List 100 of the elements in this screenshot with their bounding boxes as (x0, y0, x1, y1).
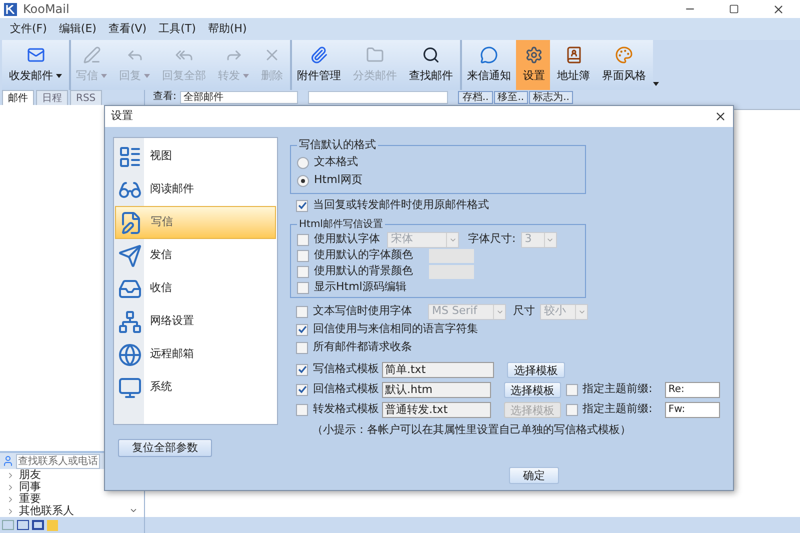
checkbox[interactable] (296, 364, 308, 376)
network-icon (118, 310, 142, 334)
size-label: 字体尺寸: (468, 231, 516, 248)
checkbox[interactable] (297, 282, 309, 294)
prefix-field[interactable]: Re: (665, 382, 720, 398)
nav-item[interactable]: 发信 (115, 239, 276, 272)
tab[interactable]: RSS (70, 90, 102, 105)
toolbar-button[interactable]: 存档.. (458, 91, 493, 104)
template-field[interactable]: 普通转发.txt (382, 402, 492, 418)
menu-item[interactable]: 查看(V) (108, 20, 147, 38)
window-title: KooMail (23, 1, 70, 18)
option-label: 回信使用与来信相同的语言字符集 (313, 321, 478, 338)
caret-icon (243, 74, 249, 78)
nav-item[interactable]: 远程邮箱 (115, 338, 276, 371)
option-label: 使用默认字体 (314, 231, 381, 248)
option-label: 指定主题前缀: (582, 401, 654, 418)
paperclip-icon (310, 46, 328, 64)
settings-icon (525, 46, 543, 64)
columns-view-icon[interactable] (17, 520, 29, 530)
radio-button[interactable] (297, 174, 309, 186)
globe-icon (118, 342, 142, 366)
tab[interactable]: 日程 (36, 90, 68, 105)
panel-view-icon[interactable] (32, 520, 44, 530)
option-label: 使用默认的字体颜色 (314, 247, 414, 264)
tab[interactable]: 邮件 (2, 90, 34, 105)
prefix-field[interactable]: Fw: (665, 402, 720, 418)
scroll-down-icon[interactable] (129, 506, 138, 515)
toolbar-button[interactable]: 设置 (516, 40, 550, 90)
color-swatch[interactable] (429, 248, 474, 262)
menu-item[interactable]: 编辑(E) (58, 20, 96, 38)
menu-item[interactable]: 文件(F) (10, 20, 47, 38)
toolbar-button[interactable]: 标志为.. (529, 91, 574, 104)
checkbox[interactable] (566, 404, 578, 416)
toolbar-button[interactable]: 地址簿 (550, 40, 595, 90)
app-logo-icon (4, 2, 17, 16)
contact-search-field[interactable]: 查找联系人或电话 (16, 454, 100, 468)
checkbox[interactable] (566, 384, 578, 396)
option-label: 当回复或转发邮件时使用原邮件格式 (313, 197, 489, 214)
pen-icon (82, 46, 100, 64)
reset-button[interactable]: 复位全部参数 (118, 439, 212, 457)
option-label: 回信格式模板 (313, 381, 377, 398)
color-swatch[interactable] (429, 264, 474, 278)
caret-icon (56, 74, 62, 78)
option-label: 文本格式 (314, 154, 358, 170)
toolbar-button[interactable]: 收发邮件 (2, 40, 67, 90)
contact-group[interactable]: 其他联系人 (19, 505, 74, 517)
checkbox[interactable] (297, 234, 309, 246)
option-label: 指定主题前缀: (582, 381, 654, 398)
checkbox[interactable] (296, 342, 308, 354)
choose-template-button[interactable]: 选择模板 (504, 382, 561, 398)
checkbox[interactable] (296, 324, 308, 336)
checkbox[interactable] (297, 266, 309, 278)
caret-icon (144, 74, 150, 78)
hint-text: （小提示：各帐户可以在其属性里设置自己单独的写信格式模板） (312, 422, 632, 438)
menu-item[interactable]: 帮助(H) (208, 20, 247, 38)
send-icon (118, 244, 142, 268)
contact-group[interactable]: 重要 (19, 493, 41, 505)
checkbox[interactable] (296, 200, 308, 212)
address-book-icon (564, 46, 582, 64)
contact-group[interactable]: 同事 (19, 481, 41, 493)
option-label: 写信格式模板 (313, 361, 377, 378)
group-title: Html邮件写信设置 (298, 218, 384, 232)
search-field[interactable] (308, 91, 448, 104)
nav-item[interactable]: 网络设置 (115, 305, 276, 338)
filter-dropdown[interactable]: 全部邮件 (180, 91, 298, 104)
template-field[interactable]: 默认.htm (382, 382, 492, 398)
close-icon[interactable] (714, 110, 727, 123)
overflow-caret-icon[interactable] (653, 82, 659, 86)
checkbox[interactable] (296, 384, 308, 396)
choose-template-button[interactable]: 选择模板 (507, 362, 565, 378)
checkbox[interactable] (296, 306, 308, 318)
checkbox[interactable] (296, 404, 308, 416)
folder-icon (366, 46, 384, 64)
contact-icon[interactable] (2, 455, 14, 467)
toolbar-button[interactable]: 界面风格 (595, 40, 651, 90)
option-label: 使用默认的背景颜色 (314, 263, 414, 280)
speech-bubble-icon (480, 46, 498, 64)
menu-item[interactable]: 工具(T) (158, 20, 196, 38)
view-label: 查看: (153, 91, 176, 103)
nav-item[interactable]: 阅读邮件 (115, 173, 276, 206)
pen-document-icon (119, 210, 143, 234)
nav-item[interactable]: 视图 (115, 140, 276, 173)
size-label: 尺寸 (513, 303, 535, 320)
checkbox[interactable] (297, 250, 309, 262)
option-label: 转发格式模板 (313, 401, 377, 418)
toolbar-button[interactable]: 移至.. (494, 91, 528, 104)
template-field[interactable]: 简单.txt (382, 362, 494, 378)
ok-button[interactable]: 确定 (509, 467, 559, 484)
search-icon (422, 46, 440, 64)
radio-button[interactable] (297, 156, 309, 168)
contact-group[interactable]: 朋友 (19, 469, 41, 481)
dialog-title: 设置 (111, 108, 133, 124)
option-label: 显示Html源码编辑 (314, 279, 408, 296)
nav-item[interactable]: 系统 (115, 371, 276, 404)
toolbar-button[interactable]: 查找邮件 (402, 40, 458, 90)
nav-item[interactable]: 写信 (115, 206, 276, 239)
caret-icon (101, 74, 107, 78)
nav-item[interactable]: 收信 (115, 272, 276, 305)
group-title: 写信默认的格式 (298, 137, 377, 153)
option-label: Html网页 (314, 172, 362, 188)
